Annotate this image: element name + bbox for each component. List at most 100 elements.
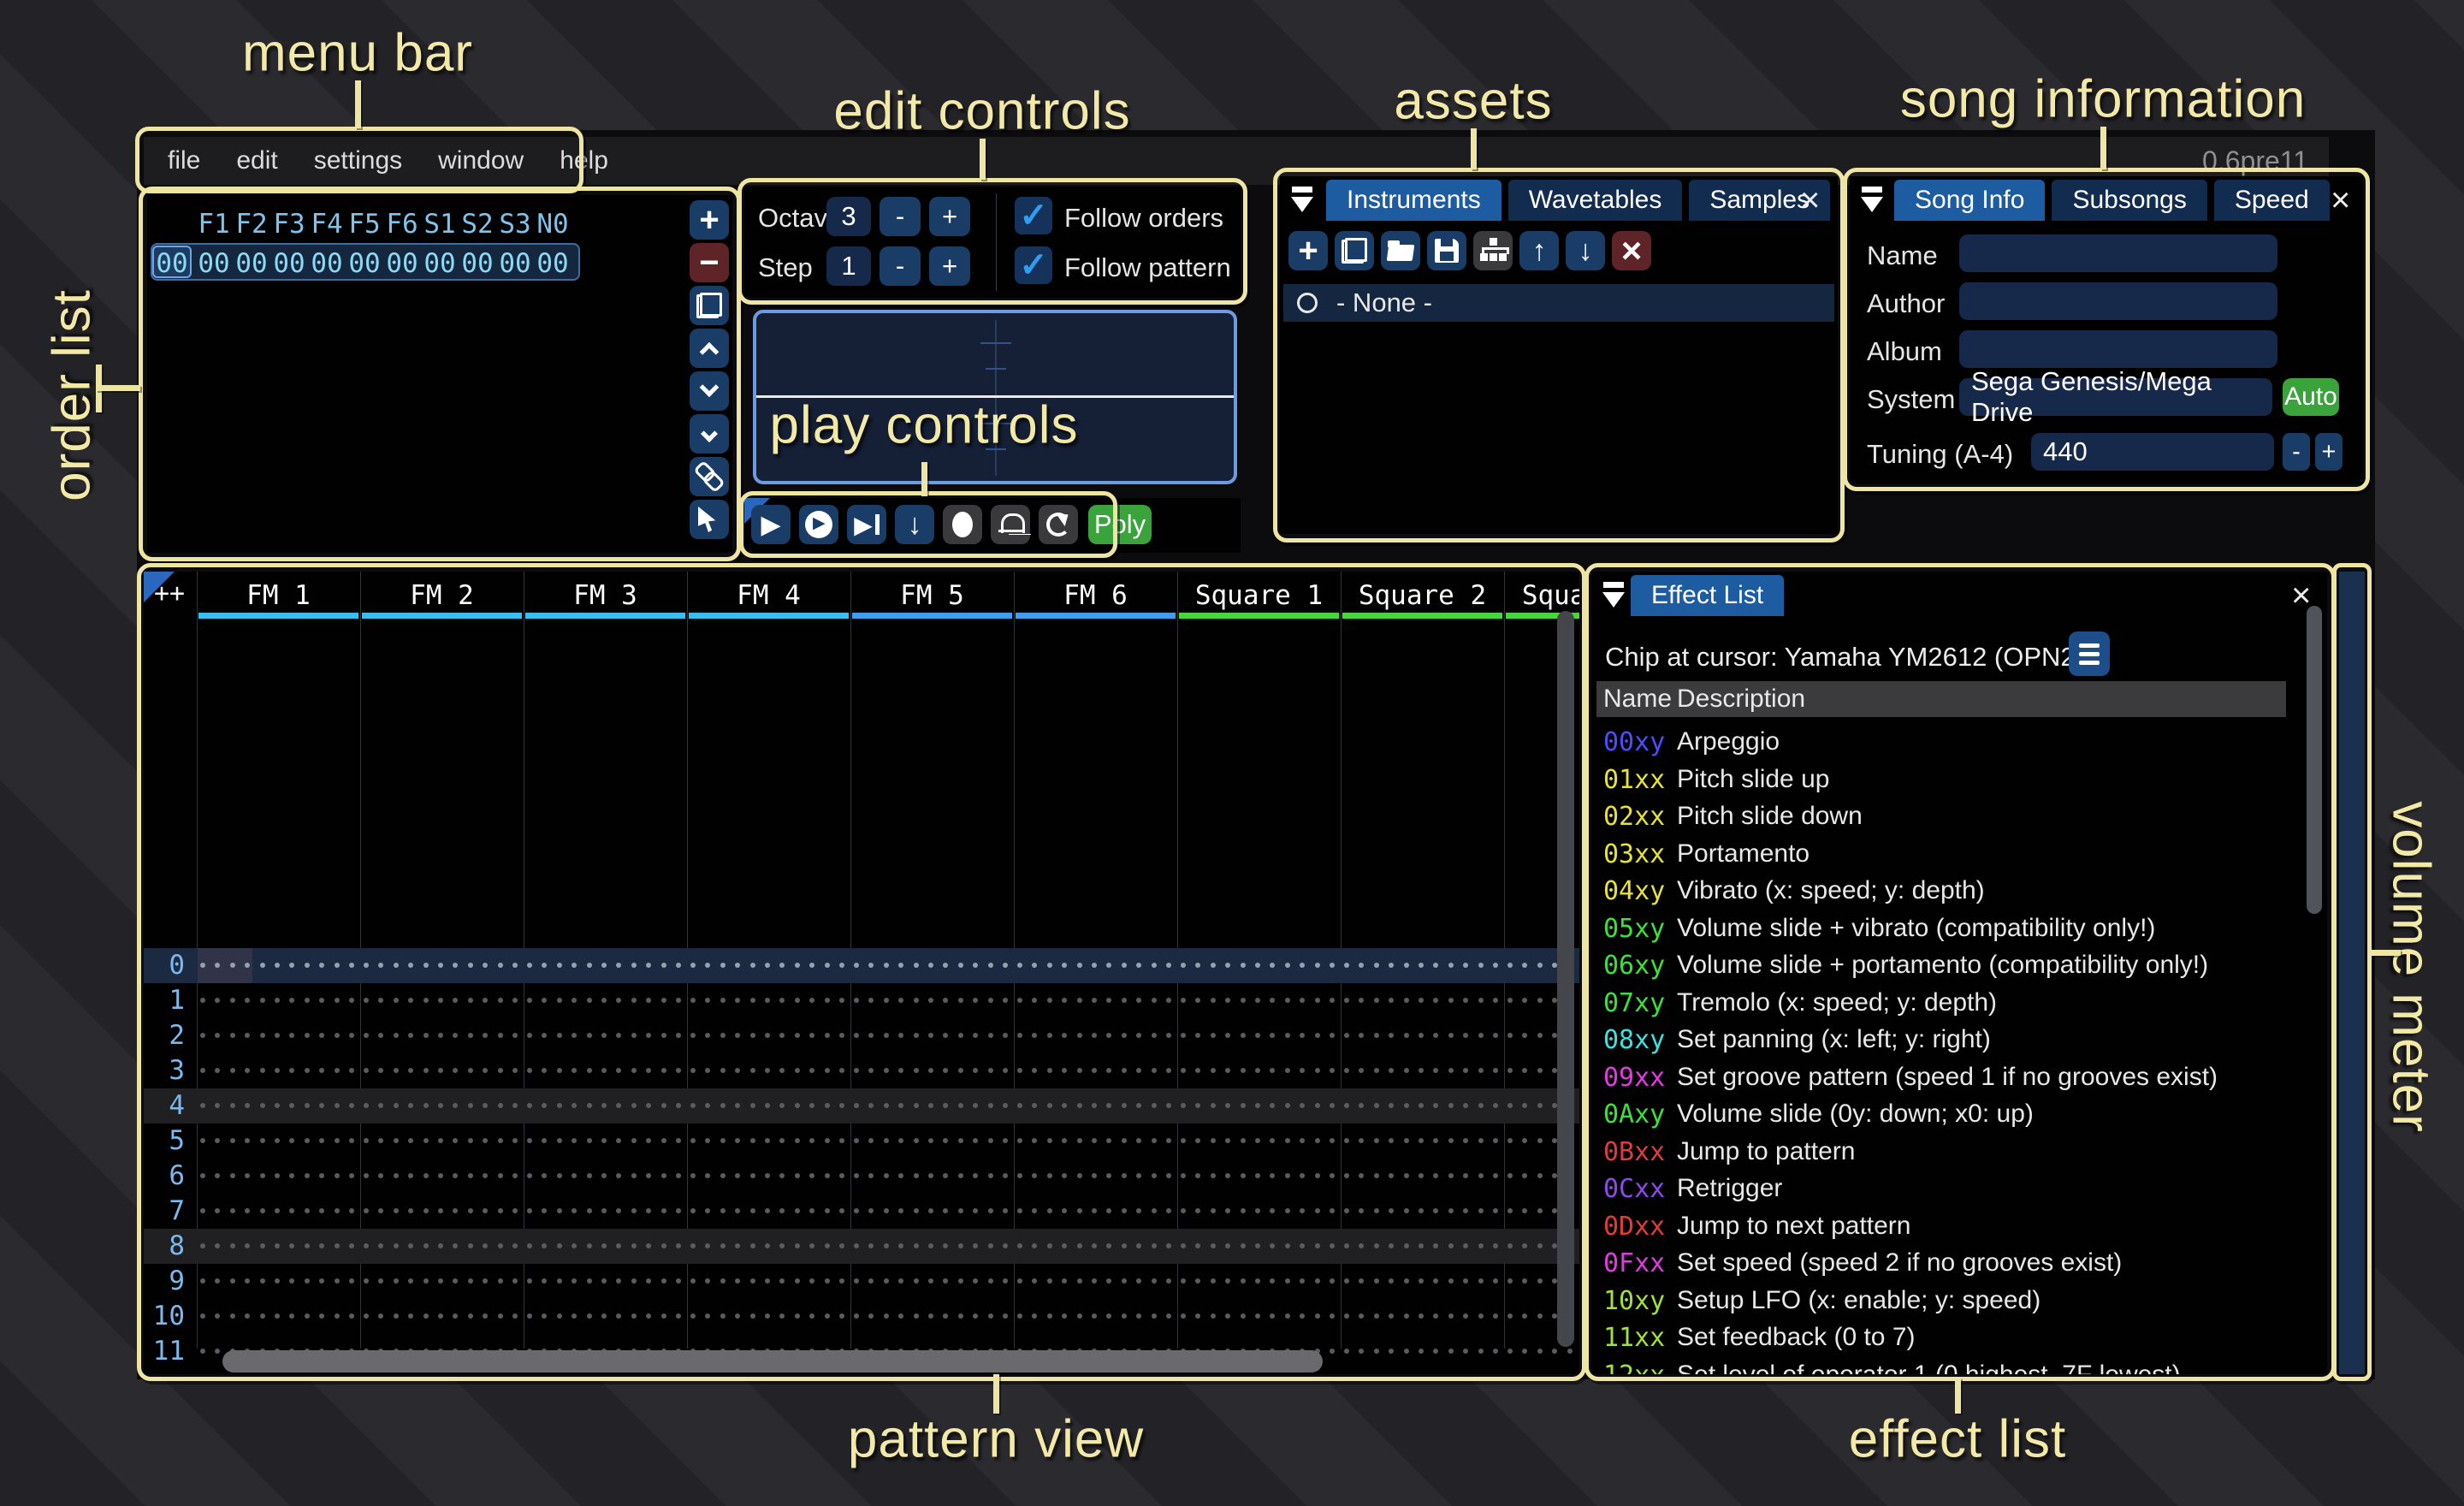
- close-icon[interactable]: ×: [1800, 181, 1820, 219]
- duplicate-to-end-button[interactable]: [690, 414, 729, 454]
- play-pattern-button[interactable]: [799, 505, 838, 544]
- repeat-pattern-button[interactable]: [1039, 505, 1078, 544]
- effect-row-0Cxx[interactable]: 0CxxRetrigger: [1591, 1174, 2293, 1211]
- save-instrument-button[interactable]: [1427, 231, 1466, 270]
- order-edit-mode-button[interactable]: [690, 500, 729, 539]
- pattern-row[interactable]: 1: [144, 983, 1579, 1018]
- octave-plus-button[interactable]: +: [929, 197, 970, 236]
- step-value[interactable]: 1: [826, 246, 871, 286]
- effect-row-0Bxx[interactable]: 0BxxJump to pattern: [1591, 1137, 2293, 1174]
- menu-item-file[interactable]: file: [168, 146, 200, 175]
- author-input[interactable]: [1959, 282, 2277, 320]
- pattern-row[interactable]: 5: [144, 1124, 1579, 1159]
- collapse-window-icon[interactable]: [1290, 187, 1316, 214]
- move-order-up-button[interactable]: [690, 329, 729, 368]
- follow-orders-checkbox[interactable]: [1015, 197, 1052, 234]
- order-cell[interactable]: 00: [421, 248, 459, 279]
- effect-row-02xx[interactable]: 02xxPitch slide down: [1591, 802, 2293, 839]
- order-cell[interactable]: 00: [459, 248, 496, 279]
- play-from-cursor-button[interactable]: [847, 505, 886, 544]
- channel-header-square-3[interactable]: Square 3: [1504, 580, 1579, 611]
- channel-header-fm-6[interactable]: FM 6: [1014, 580, 1177, 611]
- collapse-window-icon[interactable]: [1860, 187, 1886, 214]
- system-select[interactable]: Sega Genesis/Mega Drive: [1959, 378, 2272, 416]
- menu-item-edit[interactable]: edit: [236, 146, 277, 175]
- tab-song-info[interactable]: Song Info: [1894, 180, 2045, 221]
- pattern-row[interactable]: 6: [144, 1159, 1579, 1194]
- effect-list-menu-button[interactable]: [2069, 631, 2110, 676]
- effect-row-12xx[interactable]: 12xxSet level of operator 1 (0 highest, …: [1591, 1361, 2293, 1375]
- tab-speed[interactable]: Speed: [2214, 180, 2330, 221]
- tab-subsongs[interactable]: Subsongs: [2052, 180, 2206, 221]
- effect-row-05xy[interactable]: 05xyVolume slide + vibrato (compatibilit…: [1591, 914, 2293, 951]
- channel-header-fm-5[interactable]: FM 5: [850, 580, 1014, 611]
- toggle-folders-button[interactable]: [1473, 231, 1513, 270]
- order-cell[interactable]: 00: [195, 248, 233, 279]
- effect-row-01xx[interactable]: 01xxPitch slide up: [1591, 765, 2293, 802]
- effect-row-10xy[interactable]: 10xySetup LFO (x: enable; y: speed): [1591, 1286, 2293, 1323]
- duplicate-order-button[interactable]: [690, 286, 729, 325]
- pattern-corner-label[interactable]: ++: [154, 578, 185, 608]
- order-cell[interactable]: 00: [270, 248, 308, 279]
- tuning-plus-button[interactable]: +: [2315, 433, 2343, 471]
- pattern-row[interactable]: 0: [144, 948, 1579, 983]
- play-button[interactable]: [751, 505, 791, 544]
- tab-wavetables[interactable]: Wavetables: [1508, 180, 1683, 221]
- move-order-down-button[interactable]: [690, 371, 729, 411]
- effect-row-04xy[interactable]: 04xyVibrato (x: speed; y: depth): [1591, 876, 2293, 913]
- effect-list-scrollbar[interactable]: [2307, 606, 2322, 914]
- duplicate-instrument-button[interactable]: [1335, 231, 1374, 270]
- follow-pattern-checkbox[interactable]: [1015, 246, 1052, 284]
- effect-row-09xx[interactable]: 09xxSet groove pattern (speed 1 if no gr…: [1591, 1063, 2293, 1100]
- order-cell[interactable]: 00: [308, 248, 346, 279]
- effect-row-03xx[interactable]: 03xxPortamento: [1591, 839, 2293, 876]
- effect-row-11xx[interactable]: 11xxSet feedback (0 to 7): [1591, 1323, 2293, 1360]
- tuning-minus-button[interactable]: -: [2283, 433, 2310, 471]
- channel-header-fm-1[interactable]: FM 1: [197, 580, 360, 611]
- step-minus-button[interactable]: -: [880, 246, 921, 286]
- close-icon[interactable]: ×: [2331, 181, 2350, 219]
- channel-header-square-1[interactable]: Square 1: [1177, 580, 1341, 611]
- remove-order-button[interactable]: [690, 243, 729, 282]
- channel-header-fm-3[interactable]: FM 3: [524, 580, 687, 611]
- pattern-row[interactable]: 2: [144, 1018, 1579, 1053]
- pattern-row[interactable]: 10: [144, 1299, 1579, 1334]
- pattern-row[interactable]: 9: [144, 1264, 1579, 1299]
- order-cell[interactable]: 00: [346, 248, 383, 279]
- add-order-button[interactable]: [690, 200, 729, 240]
- effect-row-07xy[interactable]: 07xyTremolo (x: speed; y: depth): [1591, 988, 2293, 1025]
- menu-item-help[interactable]: help: [560, 146, 608, 175]
- name-input[interactable]: [1959, 234, 2277, 272]
- collapse-window-icon[interactable]: [1602, 582, 1627, 609]
- order-cell[interactable]: 00: [383, 248, 421, 279]
- pattern-v-scrollbar[interactable]: [1557, 611, 1574, 1347]
- tuning-input[interactable]: 440: [2031, 433, 2274, 471]
- pattern-row[interactable]: 4: [144, 1088, 1579, 1124]
- order-cell[interactable]: 00: [496, 248, 534, 279]
- system-auto-button[interactable]: Auto: [2283, 378, 2339, 416]
- delete-instrument-button[interactable]: [1612, 231, 1651, 270]
- effect-row-08xy[interactable]: 08xySet panning (x: left; y: right): [1591, 1025, 2293, 1062]
- effect-row-00xy[interactable]: 00xyArpeggio: [1591, 727, 2293, 764]
- menu-item-window[interactable]: window: [438, 146, 524, 175]
- pattern-row[interactable]: 8: [144, 1229, 1579, 1264]
- order-cell[interactable]: 00: [233, 248, 270, 279]
- step-row-button[interactable]: [895, 505, 934, 544]
- pattern-row[interactable]: 3: [144, 1053, 1579, 1088]
- metronome-button[interactable]: [991, 505, 1030, 544]
- tab-instruments[interactable]: Instruments: [1326, 180, 1502, 221]
- pattern-row[interactable]: 7: [144, 1194, 1579, 1229]
- album-input[interactable]: [1959, 330, 2277, 368]
- effect-row-0Dxx[interactable]: 0DxxJump to next pattern: [1591, 1212, 2293, 1248]
- deep-clone-button[interactable]: [690, 457, 729, 496]
- order-row-index[interactable]: 00: [153, 248, 191, 279]
- poly-mono-button[interactable]: Poly: [1088, 505, 1152, 544]
- effect-row-0Fxx[interactable]: 0FxxSet speed (speed 2 if no grooves exi…: [1591, 1248, 2293, 1285]
- octave-minus-button[interactable]: -: [880, 197, 921, 236]
- instrument-list-item[interactable]: - None -: [1283, 284, 1834, 322]
- effect-row-0Axy[interactable]: 0AxyVolume slide (0y: down; x0: up): [1591, 1100, 2293, 1136]
- stop-button[interactable]: [943, 505, 982, 544]
- channel-header-square-2[interactable]: Square 2: [1341, 580, 1504, 611]
- channel-header-fm-2[interactable]: FM 2: [360, 580, 524, 611]
- channel-header-fm-4[interactable]: FM 4: [687, 580, 850, 611]
